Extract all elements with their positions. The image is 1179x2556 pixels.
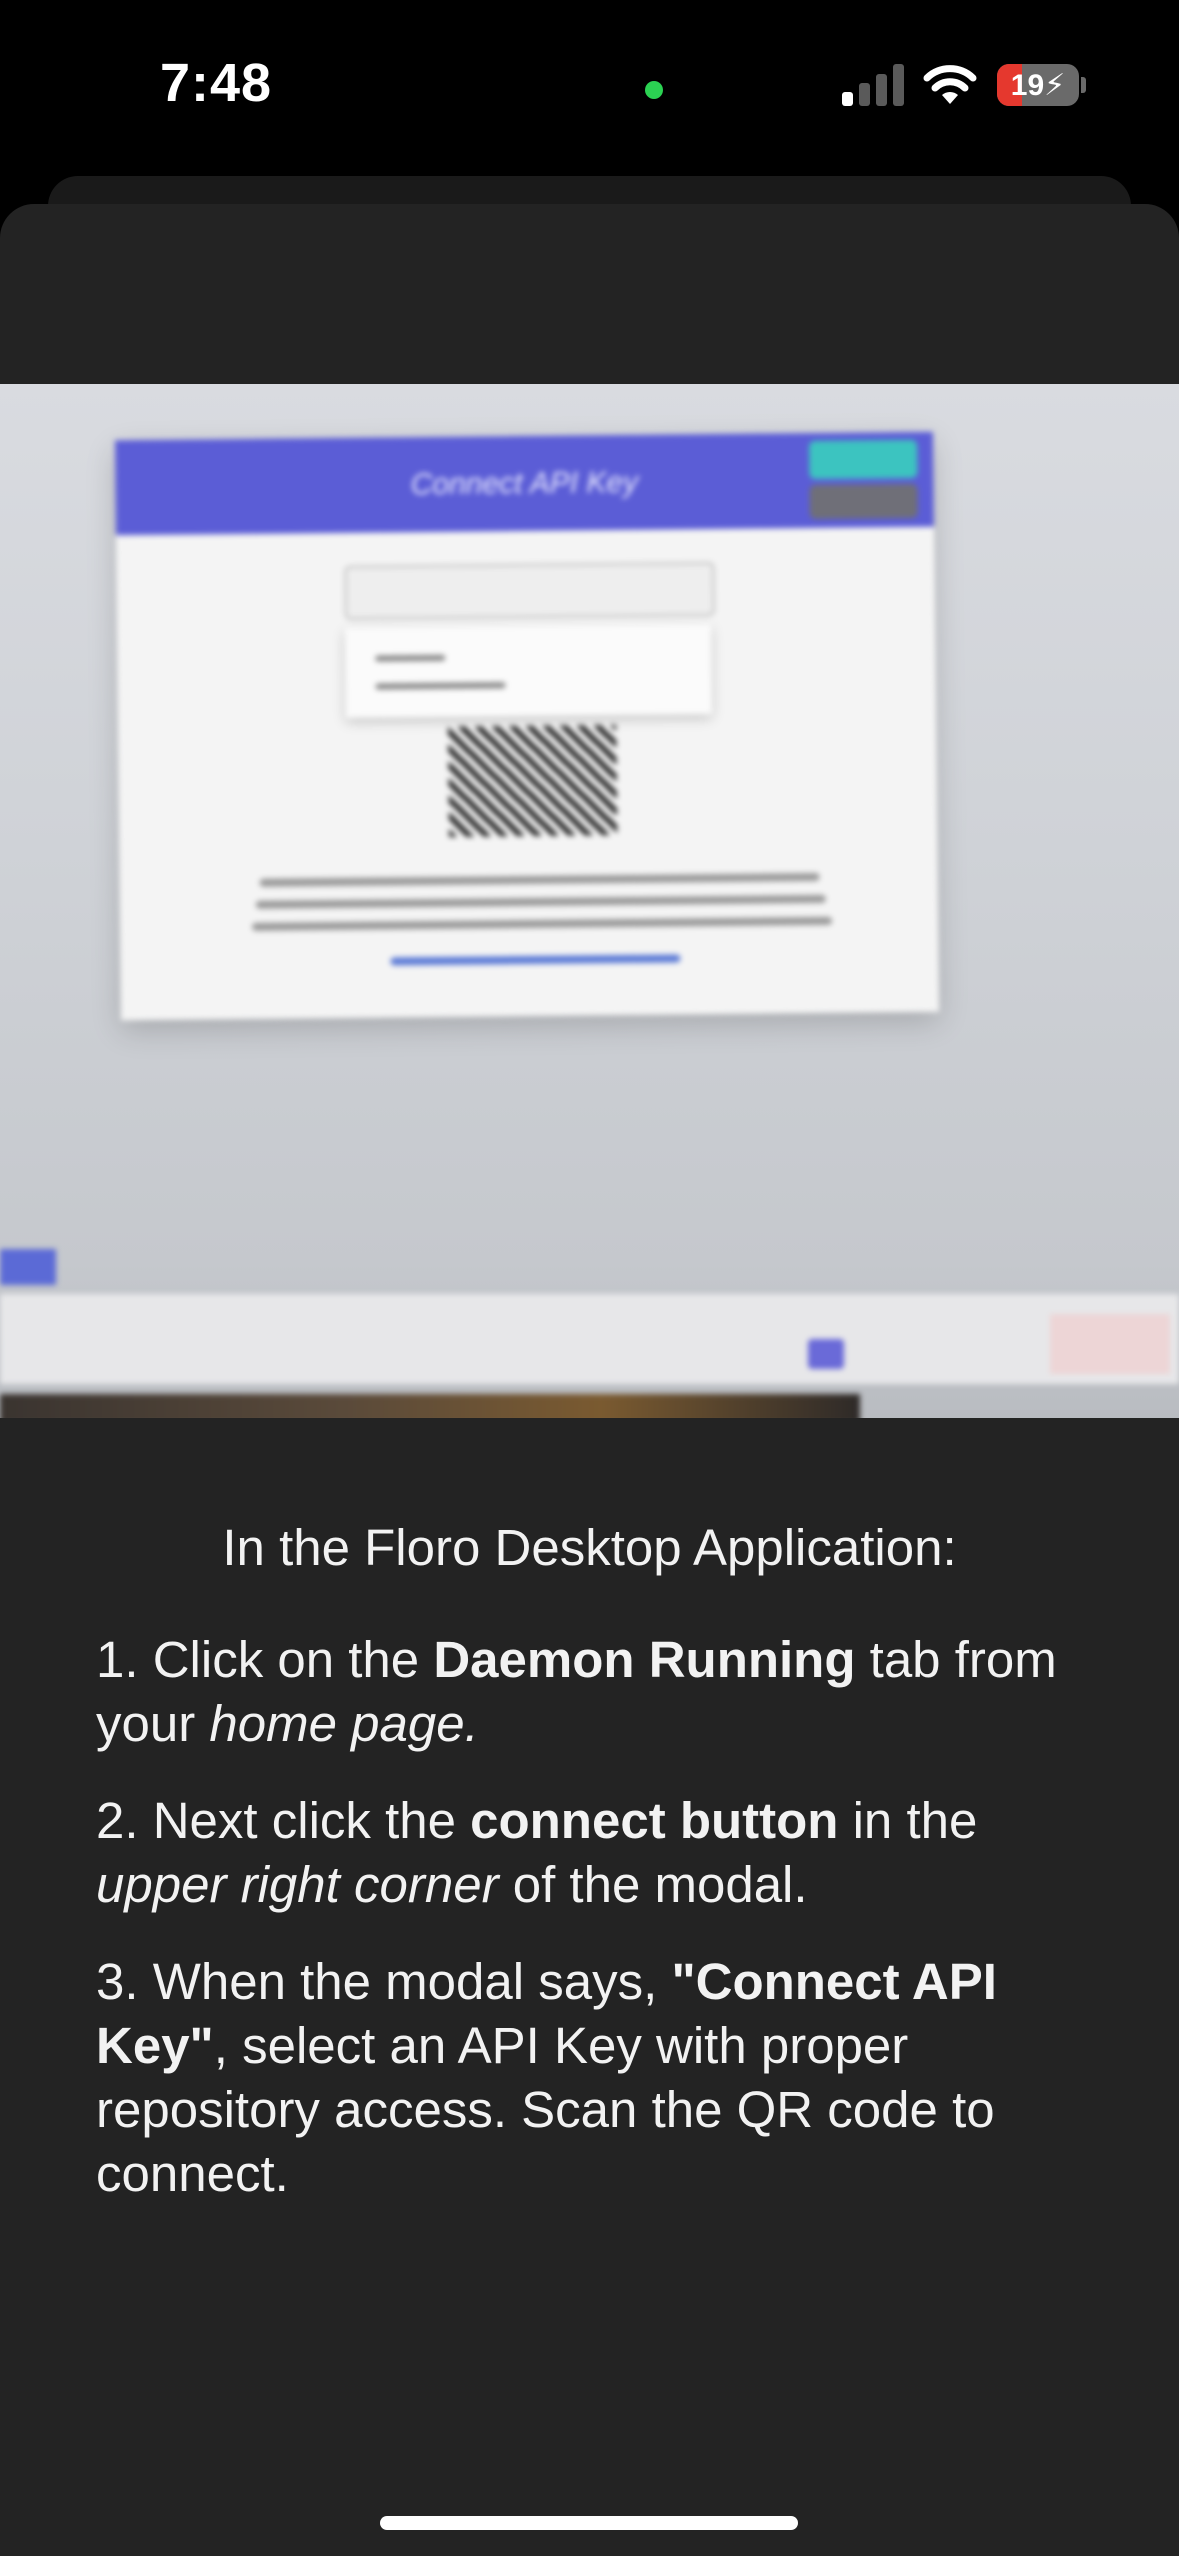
battery-tip: [1081, 77, 1086, 93]
camera-preview-text-line: [255, 894, 826, 909]
instruction-step-1: 1. Click on the Daemon Running tab from …: [96, 1631, 1057, 1752]
camera-preview-small-icon: [808, 1339, 844, 1369]
instruction-step-3: 3. When the modal says, "Connect API Key…: [96, 1953, 997, 2202]
camera-preview-dropdown: [344, 624, 712, 718]
camera-preview-bottom-bar: [0, 1294, 1179, 1384]
instruction-step-2: 2. Next click the connect button in the …: [96, 1792, 978, 1913]
wifi-icon: [923, 65, 977, 104]
camera-preview-modal-title: Connect API Key: [410, 465, 639, 501]
instructions-heading: In the Floro Desktop Application:: [222, 1519, 957, 1576]
qr-code: [448, 725, 618, 837]
camera-preview-modal: Connect API Key: [114, 431, 940, 1021]
battery-level: 19: [1010, 69, 1045, 102]
camera-in-use-indicator: [645, 81, 663, 99]
signal-icon: [842, 64, 904, 106]
camera-preview-dark-strip: [0, 1394, 860, 1418]
camera-preview-link: [390, 954, 681, 966]
camera-viewfinder[interactable]: Connect API Key: [0, 384, 1179, 1418]
home-indicator[interactable]: [380, 2516, 798, 2530]
camera-preview-cancel-button: [809, 483, 918, 520]
status-bar: 7:48 19⚡: [0, 0, 1179, 170]
scanner-sheet: Connect API Key In the Floro Desktop App…: [0, 204, 1179, 2556]
camera-preview-select: [344, 562, 715, 620]
battery-charging-icon: 19⚡: [997, 64, 1079, 106]
camera-preview-tab: [0, 1249, 56, 1285]
status-time: 7:48: [160, 53, 273, 113]
camera-preview-note: [1050, 1314, 1170, 1374]
camera-preview-connect-button: [809, 439, 918, 480]
camera-preview-text-line: [252, 916, 833, 931]
camera-preview-text-line: [259, 872, 820, 887]
